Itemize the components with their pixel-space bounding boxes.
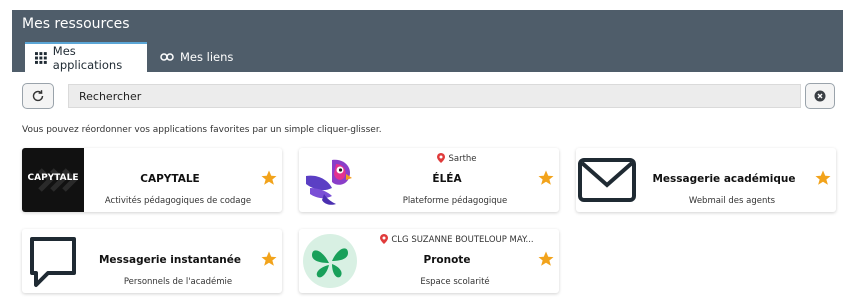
pronote-butterfly-logo — [299, 229, 361, 293]
page-title: Mes ressources — [22, 16, 130, 32]
app-description: Activités pédagogiques de codage — [104, 196, 252, 206]
clear-search-button[interactable] — [805, 83, 835, 109]
favorite-star-icon[interactable] — [260, 169, 278, 187]
app-description: Espace scolarité — [420, 277, 490, 287]
elea-parrot-logo — [299, 148, 361, 212]
tab-my-links[interactable]: Mes liens — [157, 42, 247, 72]
app-name: CAPYTALE — [140, 173, 200, 185]
app-description: Plateforme pédagogique — [402, 196, 508, 206]
location-pin-icon — [437, 153, 446, 163]
refresh-button[interactable] — [22, 83, 54, 109]
app-name: Messagerie académique — [652, 173, 796, 185]
app-card-messagerie-academique[interactable]: Messagerie académique Webmail des agents — [576, 148, 836, 212]
capytale-logo-text: CAPYTALE — [27, 173, 79, 183]
envelope-icon — [576, 148, 638, 212]
grid-icon — [35, 52, 47, 64]
reorder-hint: Vous pouvez réordonner vos applications … — [22, 125, 382, 135]
location-pin-icon — [380, 234, 389, 244]
app-card-pronote[interactable]: CLG SUZANNE BOUTELOUP MAY... Pronote Esp… — [299, 229, 559, 293]
tab-label: Mes liens — [180, 50, 234, 64]
resources-header: Mes ressources Mes applications Mes lien… — [12, 10, 843, 72]
app-card-messagerie-instantanee[interactable]: Messagerie instantanée Personnels de l'a… — [22, 229, 282, 293]
chat-bubble-icon — [22, 229, 84, 293]
tab-label: Mes applications — [52, 44, 123, 72]
favorite-star-icon[interactable] — [537, 250, 555, 268]
favorite-star-icon[interactable] — [260, 250, 278, 268]
app-description: Personnels de l'académie — [123, 277, 233, 287]
app-card-capytale[interactable]: CAPYTALE CAPYTALE Activités pédagogiques… — [22, 148, 282, 212]
app-name: ÉLÉA — [432, 173, 462, 185]
tab-my-applications[interactable]: Mes applications — [25, 42, 147, 72]
app-card-elea[interactable]: Sarthe ÉLÉA Plateforme pédagogique — [299, 148, 559, 212]
app-location-text: CLG SUZANNE BOUTELOUP MAY... — [391, 235, 534, 245]
app-name: Messagerie instantanée — [98, 254, 242, 266]
app-location: CLG SUZANNE BOUTELOUP MAY... — [361, 234, 553, 245]
search-placeholder: Rechercher — [79, 89, 142, 103]
search-input[interactable]: Rechercher — [68, 84, 801, 108]
app-name: Pronote — [423, 254, 471, 266]
link-icon — [160, 53, 174, 61]
refresh-icon — [32, 90, 44, 102]
close-circle-icon — [814, 90, 826, 102]
favorite-star-icon[interactable] — [537, 169, 555, 187]
app-location-text: Sarthe — [448, 154, 477, 164]
app-location: Sarthe — [361, 153, 553, 164]
favorite-star-icon[interactable] — [814, 169, 832, 187]
app-description: Webmail des agents — [688, 196, 776, 206]
